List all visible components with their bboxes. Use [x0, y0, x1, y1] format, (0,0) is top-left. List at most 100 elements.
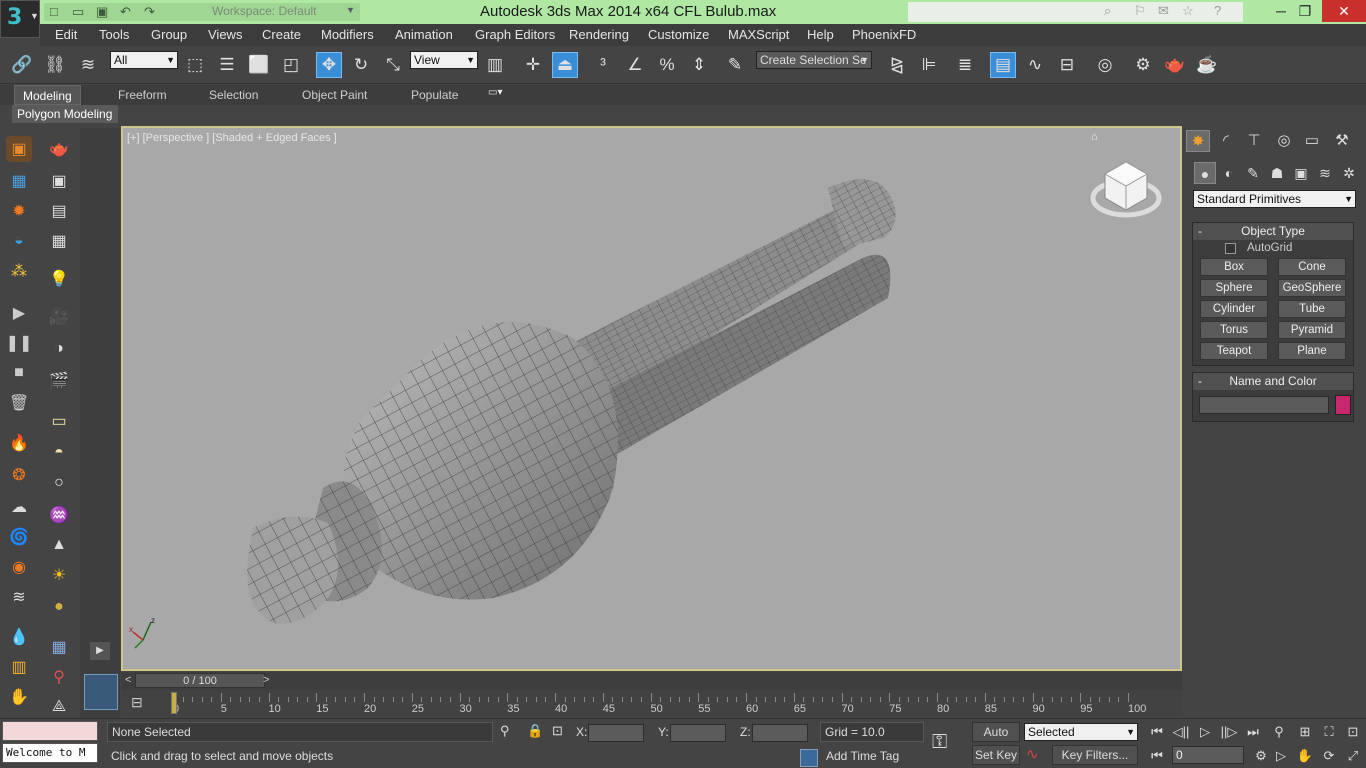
- cone-button[interactable]: Cone: [1278, 258, 1346, 276]
- maximize-button[interactable]: ❐: [1288, 0, 1322, 22]
- tab-object-paint[interactable]: Object Paint: [302, 88, 367, 102]
- zoom-extents-all-icon[interactable]: ⊡: [1342, 723, 1364, 741]
- edit-named-selection-icon[interactable]: ✎: [722, 52, 748, 78]
- snaps-toggle-icon[interactable]: ³: [590, 52, 616, 78]
- help-icon[interactable]: ?: [1214, 3, 1221, 18]
- undo-icon[interactable]: ↶: [120, 4, 131, 20]
- filmstrip-icon[interactable]: ⊟: [131, 694, 143, 711]
- open-file-icon[interactable]: ▭: [72, 4, 84, 20]
- menu-rendering[interactable]: Rendering: [569, 27, 629, 42]
- box-button[interactable]: Box: [1200, 258, 1268, 276]
- reference-coordinate-dropdown[interactable]: View ▼: [410, 51, 478, 69]
- track-bar[interactable]: ⊟ 05101520253035404550556065707580859095…: [121, 690, 1182, 716]
- new-file-icon[interactable]: □: [50, 4, 58, 19]
- document-icon[interactable]: ▤: [46, 198, 72, 224]
- cylinder-button[interactable]: Cylinder: [1200, 300, 1268, 318]
- menu-views[interactable]: Views: [208, 27, 242, 42]
- frame-buffer-icon[interactable]: ▦: [46, 228, 72, 254]
- z-coordinate-field[interactable]: [752, 724, 808, 742]
- particles-icon[interactable]: ⁂: [6, 258, 32, 284]
- tube-button[interactable]: Tube: [1278, 300, 1346, 318]
- redo-icon[interactable]: ↷: [144, 4, 155, 20]
- zoom-all-icon[interactable]: ⊞: [1294, 723, 1316, 741]
- ies-light-icon[interactable]: ▲: [46, 532, 72, 558]
- communication-icon[interactable]: ✉: [1158, 3, 1169, 19]
- water-icon[interactable]: ◒: [6, 228, 32, 254]
- tab-freeform[interactable]: Freeform: [118, 88, 167, 102]
- dome-light-icon[interactable]: ◑: [46, 336, 72, 362]
- perspective-viewport[interactable]: [+] [Perspective ] [Shaded + Edged Faces…: [121, 126, 1182, 671]
- liquid-icon[interactable]: 💧: [6, 624, 32, 650]
- delete-icon[interactable]: 🗑: [6, 390, 32, 416]
- lock-selection-icon[interactable]: 🔒: [527, 723, 543, 739]
- x-coordinate-field[interactable]: [588, 724, 644, 742]
- material-editor-icon[interactable]: ◎: [1092, 52, 1118, 78]
- maxscript-listener-output[interactable]: [2, 721, 98, 741]
- percent-snap-icon[interactable]: %: [654, 52, 680, 78]
- menu-group[interactable]: Group: [151, 27, 187, 42]
- plane-light-icon[interactable]: ▭: [46, 408, 72, 434]
- category-dropdown[interactable]: Standard Primitives ▼: [1193, 190, 1356, 208]
- render-setup-icon[interactable]: ⚙: [1130, 52, 1156, 78]
- mesh-grid-icon[interactable]: ▦: [6, 168, 32, 194]
- cfl-bulb-model[interactable]: [123, 128, 1182, 671]
- select-and-rotate-icon[interactable]: ↻: [348, 52, 374, 78]
- menu-phoenixfd[interactable]: PhoenixFD: [852, 27, 916, 42]
- select-and-move-icon[interactable]: ✥: [316, 52, 342, 78]
- select-by-name-icon[interactable]: ☰: [214, 52, 240, 78]
- zoom-extents-icon[interactable]: ⛶: [1318, 723, 1340, 741]
- object-color-swatch[interactable]: [1335, 395, 1351, 415]
- select-object-icon[interactable]: ⬚: [182, 52, 208, 78]
- menu-create[interactable]: Create: [262, 27, 301, 42]
- ribbon-panel-polygon-modeling[interactable]: Polygon Modeling: [12, 105, 118, 123]
- mesh-light-icon[interactable]: ♒: [46, 502, 72, 528]
- mini-curve-editor-toggle[interactable]: [84, 674, 118, 710]
- auto-key-button[interactable]: Auto Key: [972, 722, 1020, 757]
- key-filters-button[interactable]: Key Filters...: [1052, 745, 1138, 765]
- menu-customize[interactable]: Customize: [648, 27, 709, 42]
- liquid-tools-icon[interactable]: ✋: [6, 684, 32, 710]
- absolute-mode-icon[interactable]: ⊡: [552, 723, 563, 739]
- time-configuration-icon[interactable]: ⚙: [1250, 747, 1272, 765]
- play-icon[interactable]: ▶: [6, 300, 32, 326]
- lights-icon[interactable]: ✎: [1242, 162, 1264, 184]
- workspace-selector[interactable]: Workspace: Default: [212, 4, 362, 20]
- create-tab-icon[interactable]: ✸: [1186, 130, 1210, 152]
- keyboard-shortcut-override-icon[interactable]: ⏏: [552, 52, 578, 78]
- stop-icon[interactable]: ■: [6, 360, 32, 386]
- subscription-icon[interactable]: ⚐: [1134, 3, 1146, 19]
- chevron-down-icon[interactable]: ▼: [346, 5, 355, 15]
- menu-graph-editors[interactable]: Graph Editors: [475, 27, 555, 42]
- vortex-icon[interactable]: 🌀: [6, 524, 32, 550]
- pan-view-icon[interactable]: ✋: [1294, 747, 1316, 765]
- ambient-light-icon[interactable]: ●: [46, 594, 72, 620]
- maximize-viewport-icon[interactable]: ⤢: [1342, 747, 1364, 765]
- liquid-source-icon[interactable]: ▥: [6, 654, 32, 680]
- display-tab-icon[interactable]: ▭: [1300, 130, 1324, 152]
- selection-filter-dropdown[interactable]: All ▼: [110, 51, 178, 69]
- render-production-icon[interactable]: ☕: [1194, 52, 1220, 78]
- turbulence-icon[interactable]: ≋: [6, 584, 32, 610]
- go-to-start-icon[interactable]: ⏮: [1146, 723, 1168, 741]
- mirror-icon[interactable]: ⧎: [884, 52, 910, 78]
- bind-to-space-warp-icon[interactable]: ≋: [75, 52, 101, 78]
- favorites-icon[interactable]: ☆: [1182, 3, 1194, 19]
- fire-source-2-icon[interactable]: ◉: [6, 554, 32, 580]
- curve-editor-icon[interactable]: ∿: [1022, 52, 1048, 78]
- rendered-frame-window-icon[interactable]: 🫖: [1162, 52, 1188, 78]
- pause-icon[interactable]: ❚❚: [6, 330, 33, 356]
- select-and-scale-icon[interactable]: ⤡: [380, 52, 406, 78]
- add-time-tag[interactable]: Add Time Tag: [822, 747, 926, 767]
- time-slider-thumb[interactable]: 0 / 100: [135, 673, 265, 688]
- menu-maxscript[interactable]: MAXScript: [728, 27, 789, 42]
- helpers-icon[interactable]: ▣: [1290, 162, 1312, 184]
- shapes-icon[interactable]: ◐: [1218, 162, 1240, 184]
- modify-tab-icon[interactable]: ◜: [1214, 130, 1238, 152]
- teapot-icon[interactable]: 🫖: [46, 136, 72, 162]
- tab-selection[interactable]: Selection: [209, 88, 258, 102]
- infocenter-search[interactable]: ⌕ ⚐ ✉ ☆ ?: [908, 2, 1243, 22]
- menu-tools[interactable]: Tools: [99, 27, 129, 42]
- next-frame-arrow-icon[interactable]: >: [263, 674, 269, 686]
- angle-snap-icon[interactable]: ∠: [622, 52, 648, 78]
- zoom-icon[interactable]: ⚲: [1268, 723, 1290, 741]
